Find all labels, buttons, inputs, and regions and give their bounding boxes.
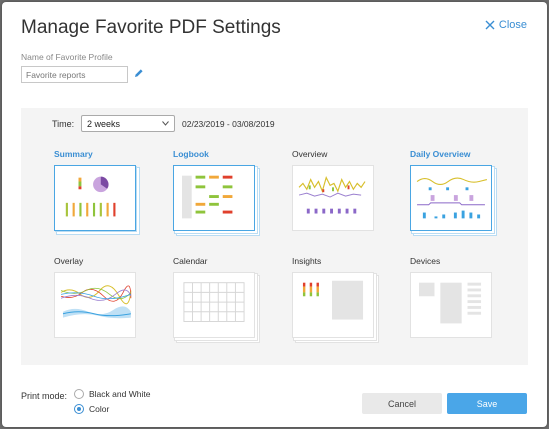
manage-favorite-dialog: Manage Favorite PDF Settings Close Name … bbox=[2, 2, 547, 427]
time-select[interactable]: 2 weeks bbox=[81, 115, 175, 132]
insights-thumbnail bbox=[292, 272, 374, 338]
report-tile-calendar[interactable]: Calendar bbox=[173, 256, 273, 338]
print-mode-bw-option[interactable]: Black and White bbox=[74, 389, 150, 399]
dialog-title: Manage Favorite PDF Settings bbox=[21, 17, 281, 38]
report-label: Overview bbox=[292, 149, 328, 159]
print-mode-color-option[interactable]: Color bbox=[74, 404, 109, 414]
logbook-thumbnail bbox=[173, 165, 255, 231]
time-label: Time: bbox=[52, 119, 75, 129]
report-tile-daily-overview[interactable]: Daily Overview bbox=[410, 149, 510, 231]
chevron-down-icon bbox=[162, 121, 169, 126]
devices-thumbnail bbox=[410, 272, 492, 338]
close-icon bbox=[485, 20, 495, 30]
overlay-thumbnail bbox=[54, 272, 136, 338]
report-tile-overview[interactable]: Overview bbox=[292, 149, 392, 231]
report-label: Devices bbox=[410, 256, 441, 266]
print-mode-label: Print mode: bbox=[21, 391, 68, 401]
save-button[interactable]: Save bbox=[447, 393, 527, 414]
profile-name-input[interactable] bbox=[21, 66, 128, 83]
report-selection-panel: Time: 2 weeks 02/23/2019 - 03/08/2019 Su… bbox=[21, 108, 528, 365]
report-tile-overlay[interactable]: Overlay bbox=[54, 256, 154, 338]
date-range: 02/23/2019 - 03/08/2019 bbox=[182, 119, 275, 129]
close-button[interactable]: Close bbox=[485, 19, 527, 31]
print-mode-color-label: Color bbox=[89, 404, 110, 414]
report-label: Calendar bbox=[173, 256, 208, 266]
report-label: Insights bbox=[292, 256, 322, 266]
report-tile-summary[interactable]: Summary bbox=[54, 149, 154, 231]
report-label: Overlay bbox=[54, 256, 84, 266]
print-mode-color-radio[interactable] bbox=[74, 404, 84, 414]
report-label: Summary bbox=[54, 149, 93, 159]
print-mode-bw-label: Black and White bbox=[89, 389, 151, 399]
print-mode-bw-radio[interactable] bbox=[74, 389, 84, 399]
report-tile-insights[interactable]: Insights bbox=[292, 256, 392, 338]
report-label: Logbook bbox=[173, 149, 209, 159]
calendar-thumbnail bbox=[173, 272, 255, 338]
pencil-icon[interactable] bbox=[134, 68, 144, 78]
overview-thumbnail bbox=[292, 165, 374, 231]
time-select-value: 2 weeks bbox=[87, 118, 121, 129]
profile-name-label: Name of Favorite Profile bbox=[21, 52, 113, 62]
report-tile-logbook[interactable]: Logbook bbox=[173, 149, 273, 231]
cancel-button[interactable]: Cancel bbox=[362, 393, 442, 414]
summary-thumbnail bbox=[54, 165, 136, 231]
daily-overview-thumbnail bbox=[410, 165, 492, 231]
report-label: Daily Overview bbox=[410, 149, 471, 159]
report-tile-devices[interactable]: Devices bbox=[410, 256, 510, 338]
close-label: Close bbox=[498, 19, 527, 31]
